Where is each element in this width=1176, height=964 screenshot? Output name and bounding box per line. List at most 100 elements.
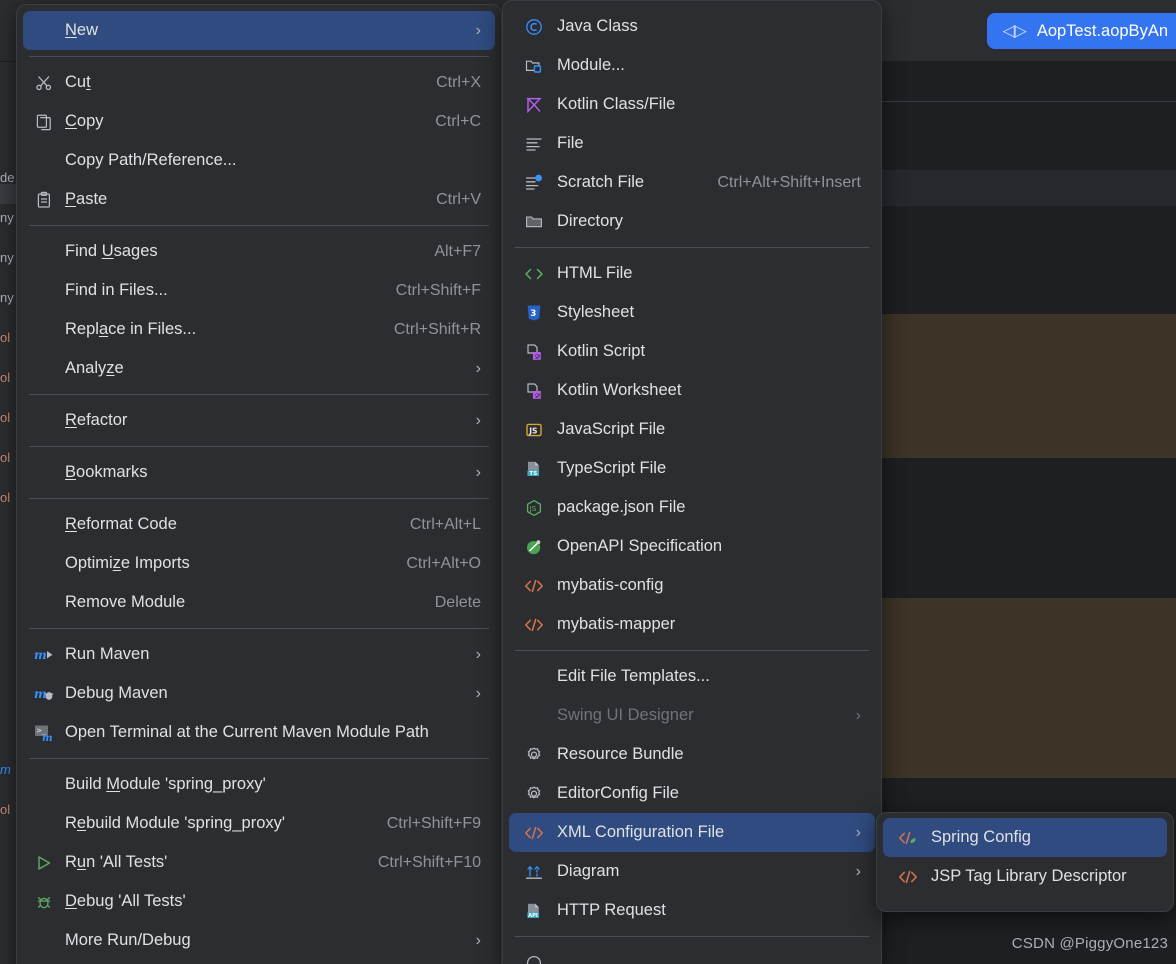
menu-item-label: Kotlin Class/File (557, 95, 676, 113)
menu-item-copy-path-reference[interactable]: Copy Path/Reference... (23, 141, 495, 180)
menu-item-html-file[interactable]: HTML File (509, 254, 875, 293)
run-configuration-chip[interactable]: ◁▷ AopTest.aopByAn (986, 13, 1176, 49)
menu-item-analyze[interactable]: Analyze › (23, 349, 495, 388)
menu-item-kotlin-class-file[interactable]: Kotlin Class/File (509, 85, 875, 124)
menu-item-http-request[interactable]: API HTTP Request (509, 891, 875, 930)
menu-item-debug-all-tests[interactable]: Debug 'All Tests' (23, 882, 495, 921)
gear-icon (523, 783, 545, 805)
menu-item-new[interactable]: New › (23, 11, 495, 50)
menu-item-paste[interactable]: Paste Ctrl+V (23, 180, 495, 219)
menu-item-label: Edit File Templates... (557, 667, 710, 685)
blank-icon (33, 930, 55, 952)
menu-item-mybatis-config[interactable]: mybatis-config (509, 566, 875, 605)
menu-item-label: Replace in Files... (65, 320, 197, 338)
menu-item-run-all-tests[interactable]: Run 'All Tests' Ctrl+Shift+F10 (23, 843, 495, 882)
maven-run-icon: m (33, 644, 55, 666)
menu-item-kotlin-script[interactable]: Kotlin Script (509, 332, 875, 371)
menu-item-scratch-file[interactable]: Scratch File Ctrl+Alt+Shift+Insert (509, 163, 875, 202)
menu-item-stylesheet[interactable]: 3 Stylesheet (509, 293, 875, 332)
menu-item-label: Copy (65, 112, 104, 130)
menu-item-xml-configuration-file[interactable]: XML Configuration File › (509, 813, 875, 852)
menu-item-find-usages[interactable]: Find Usages Alt+F7 (23, 232, 495, 271)
menu-item-shortcut: Ctrl+V (436, 190, 481, 208)
new-submenu[interactable]: Java Class Module... Kotlin Class/File F… (502, 0, 882, 964)
menu-separator (515, 247, 869, 248)
menu-item-find-in-files[interactable]: Find in Files... Ctrl+Shift+F (23, 271, 495, 310)
menu-item-spring-config[interactable]: Spring Config (883, 818, 1167, 857)
menu-item-refactor[interactable]: Refactor › (23, 401, 495, 440)
menu-item-jsp-tag-library-descriptor[interactable]: JSP Tag Library Descriptor (883, 857, 1167, 896)
menu-item-kotlin-worksheet[interactable]: Kotlin Worksheet (509, 371, 875, 410)
chevron-right-icon: › (475, 645, 481, 663)
menu-item-mybatis-mapper[interactable]: mybatis-mapper (509, 605, 875, 644)
menu-item-label: Stylesheet (557, 303, 635, 321)
menu-item-remove-module[interactable]: Remove Module Delete (23, 583, 495, 622)
menu-item-label: Open Terminal at the Current Maven Modul… (65, 723, 429, 741)
svg-text:3: 3 (530, 308, 536, 318)
menu-separator (29, 758, 489, 759)
project-tree-item[interactable]: ol (0, 330, 10, 345)
menu-item-label: Debug 'All Tests' (65, 892, 186, 910)
menu-item-bookmarks[interactable]: Bookmarks › (23, 453, 495, 492)
menu-item-package-json-file[interactable]: JS package.json File (509, 488, 875, 527)
menu-item-label: Build Module 'spring_proxy' (65, 775, 266, 793)
menu-item-shortcut: Ctrl+X (436, 73, 481, 91)
xml-angle-icon (523, 822, 545, 844)
menu-item-resource-bundle[interactable]: Resource Bundle (509, 735, 875, 774)
menu-item-directory[interactable]: Directory (509, 202, 875, 241)
project-tree-item[interactable]: ol (0, 410, 10, 425)
chevron-right-icon: › (475, 931, 481, 949)
java-class-icon (523, 16, 545, 38)
menu-item-label: Paste (65, 190, 108, 208)
blank-icon (33, 410, 55, 432)
menu-item-copy[interactable]: Copy Ctrl+C (23, 102, 495, 141)
menu-item-file[interactable]: File (509, 124, 875, 163)
editor-context-menu[interactable]: New › Cut Ctrl+X Copy Ctrl+C Copy Path/R… (16, 4, 502, 964)
menu-item-java-class[interactable]: Java Class (509, 7, 875, 46)
menu-item-javascript-file[interactable]: JS JavaScript File (509, 410, 875, 449)
xml-angle-icon (523, 614, 545, 636)
menu-separator (29, 498, 489, 499)
menu-item-rebuild-module[interactable]: Rebuild Module 'spring_proxy' Ctrl+Shift… (23, 804, 495, 843)
menu-item-label: New (65, 21, 99, 39)
project-tree-item[interactable]: ol (0, 802, 10, 817)
menu-item-typescript-file[interactable]: TS TypeScript File (509, 449, 875, 488)
menu-item-replace-in-files[interactable]: Replace in Files... Ctrl+Shift+R (23, 310, 495, 349)
menu-item-more-run-debug[interactable]: More Run/Debug › (23, 921, 495, 960)
project-tree-item[interactable]: ol (0, 370, 10, 385)
menu-item-reformat-code[interactable]: Reformat Code Ctrl+Alt+L (23, 505, 495, 544)
svg-text:API: API (528, 913, 538, 919)
menu-item-run-maven[interactable]: m Run Maven › (23, 635, 495, 674)
menu-item-cut[interactable]: Cut Ctrl+X (23, 63, 495, 102)
kotlin-worksheet-icon (523, 380, 545, 402)
menu-item-label: EditorConfig File (557, 784, 679, 802)
svg-text:m: m (42, 733, 53, 742)
project-tree-item[interactable]: ny (0, 250, 14, 265)
menu-item-module[interactable]: Module... (509, 46, 875, 85)
project-tree-item[interactable]: m (0, 762, 11, 777)
project-tree-item[interactable]: de (0, 170, 14, 185)
menu-item-edit-file-templates[interactable]: Edit File Templates... (509, 657, 875, 696)
menu-separator (515, 650, 869, 651)
menu-item-openapi-specification[interactable]: OpenAPI Specification (509, 527, 875, 566)
blank-icon (33, 514, 55, 536)
project-tree-item[interactable]: ol (0, 490, 10, 505)
menu-item-build-module[interactable]: Build Module 'spring_proxy' (23, 765, 495, 804)
menu-item-open-terminal-maven-module-path[interactable]: >_ m Open Terminal at the Current Maven … (23, 713, 495, 752)
menu-separator (29, 56, 489, 57)
menu-item-label: Find in Files... (65, 281, 168, 299)
menu-item-label: Resource Bundle (557, 745, 684, 763)
menu-item-shortcut: Ctrl+C (435, 112, 481, 130)
javascript-icon: JS (523, 419, 545, 441)
menu-item-debug-maven[interactable]: m Debug Maven › (23, 674, 495, 713)
menu-item-editorconfig-file[interactable]: EditorConfig File (509, 774, 875, 813)
xml-configuration-file-submenu[interactable]: Spring Config JSP Tag Library Descriptor (876, 812, 1174, 912)
project-tree-item[interactable]: ny (0, 290, 14, 305)
project-tree-item[interactable]: ol (0, 450, 10, 465)
menu-item-label: Refactor (65, 411, 128, 429)
menu-item-optimize-imports[interactable]: Optimize Imports Ctrl+Alt+O (23, 544, 495, 583)
project-tree-item[interactable]: ny (0, 210, 14, 225)
blank-icon (33, 813, 55, 835)
menu-item-partial-bottom[interactable] (509, 943, 875, 964)
menu-item-diagram[interactable]: Diagram › (509, 852, 875, 891)
